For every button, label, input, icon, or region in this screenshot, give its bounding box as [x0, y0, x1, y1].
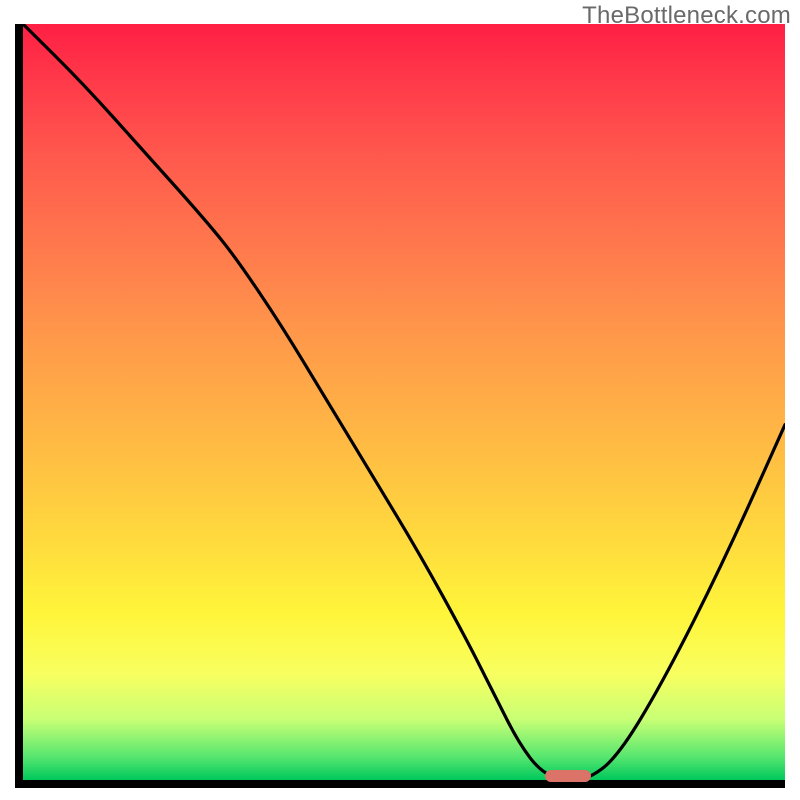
chart-stage: TheBottleneck.com — [0, 0, 800, 800]
optimal-range-marker — [545, 770, 591, 782]
bottleneck-curve — [23, 24, 785, 780]
plot-axes — [15, 24, 785, 788]
